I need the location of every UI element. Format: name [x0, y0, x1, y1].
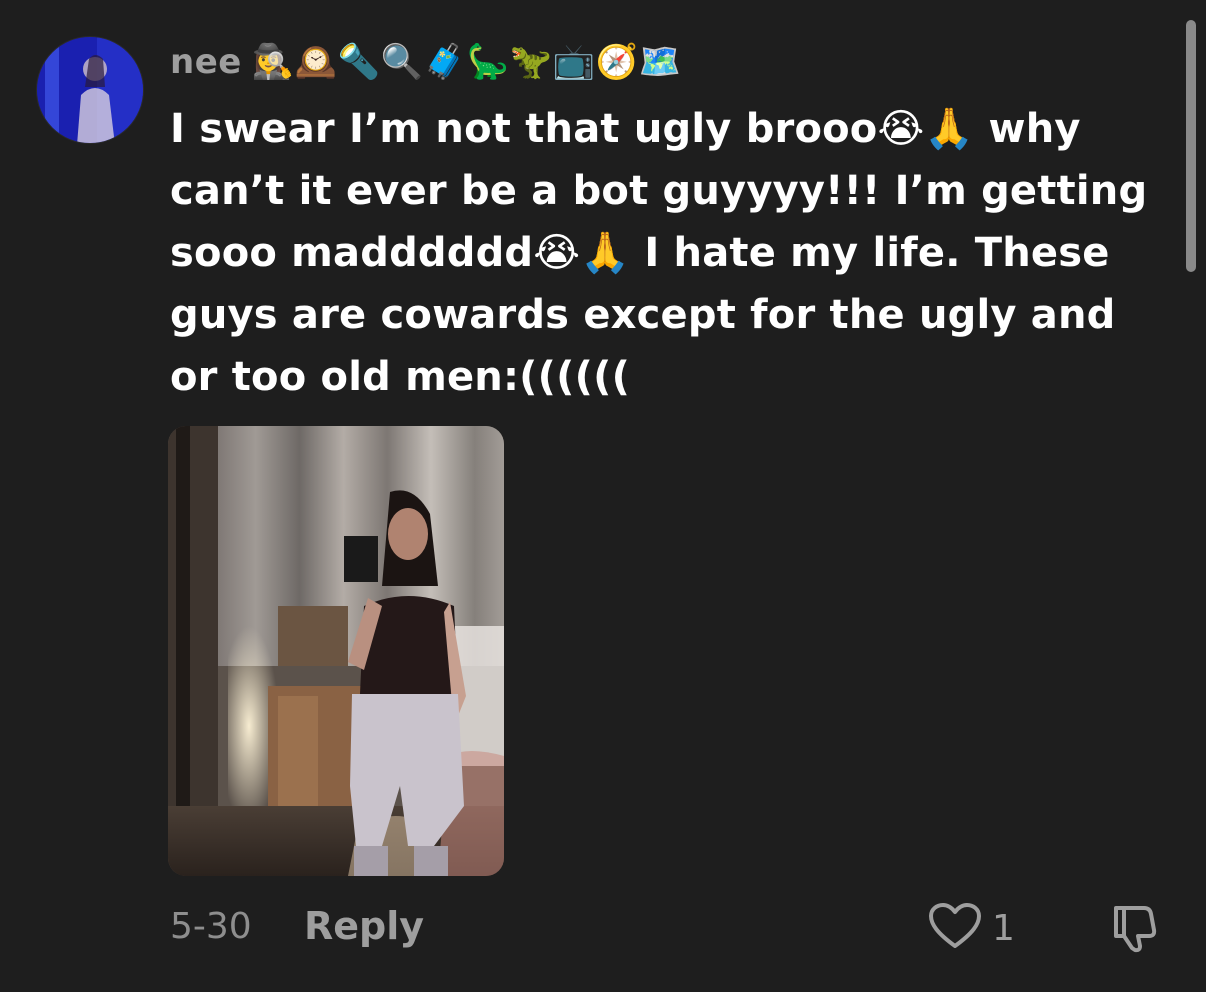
comment-photo[interactable] — [168, 426, 504, 876]
flashlight-icon: 🔦 — [337, 42, 381, 82]
comment-screen: nee 🕵️‍♀️ 🕰️ 🔦 🔍 🧳 🦕 🦖 📺 🧭 🗺️ I swear I’… — [0, 0, 1206, 992]
like-count: 1 — [992, 907, 1015, 949]
like-button[interactable]: 1 — [928, 902, 1015, 954]
badge-list: 🕵️‍♀️ 🕰️ 🔦 🔍 🧳 🦕 🦖 📺 🧭 🗺️ — [251, 42, 682, 82]
t-rex-icon: 🦖 — [509, 42, 553, 82]
avatar[interactable] — [36, 36, 144, 144]
username[interactable]: nee — [170, 42, 242, 82]
comment-footer: 5-30 Reply 1 — [0, 896, 1206, 960]
mantelpiece-clock-icon: 🕰️ — [294, 42, 338, 82]
television-icon: 📺 — [552, 42, 596, 82]
compass-icon: 🧭 — [595, 42, 639, 82]
magnifying-glass-icon: 🔍 — [380, 42, 424, 82]
heart-icon — [928, 902, 982, 954]
suitcase-icon: 🧳 — [423, 42, 467, 82]
reply-button[interactable]: Reply — [304, 904, 424, 948]
comment-body: I swear I’m not that ugly brooo😭🙏 why ca… — [170, 106, 1148, 400]
comment-date: 5-30 — [170, 906, 252, 947]
detective-icon: 🕵️‍♀️ — [251, 42, 295, 82]
dislike-button[interactable] — [1108, 902, 1160, 958]
comment-header: nee 🕵️‍♀️ 🕰️ 🔦 🔍 🧳 🦕 🦖 📺 🧭 🗺️ — [170, 36, 682, 88]
thumbs-down-icon — [1114, 906, 1157, 953]
sauropod-icon: 🦕 — [466, 42, 510, 82]
world-map-icon: 🗺️ — [638, 42, 682, 82]
scrollbar[interactable] — [1186, 20, 1196, 272]
